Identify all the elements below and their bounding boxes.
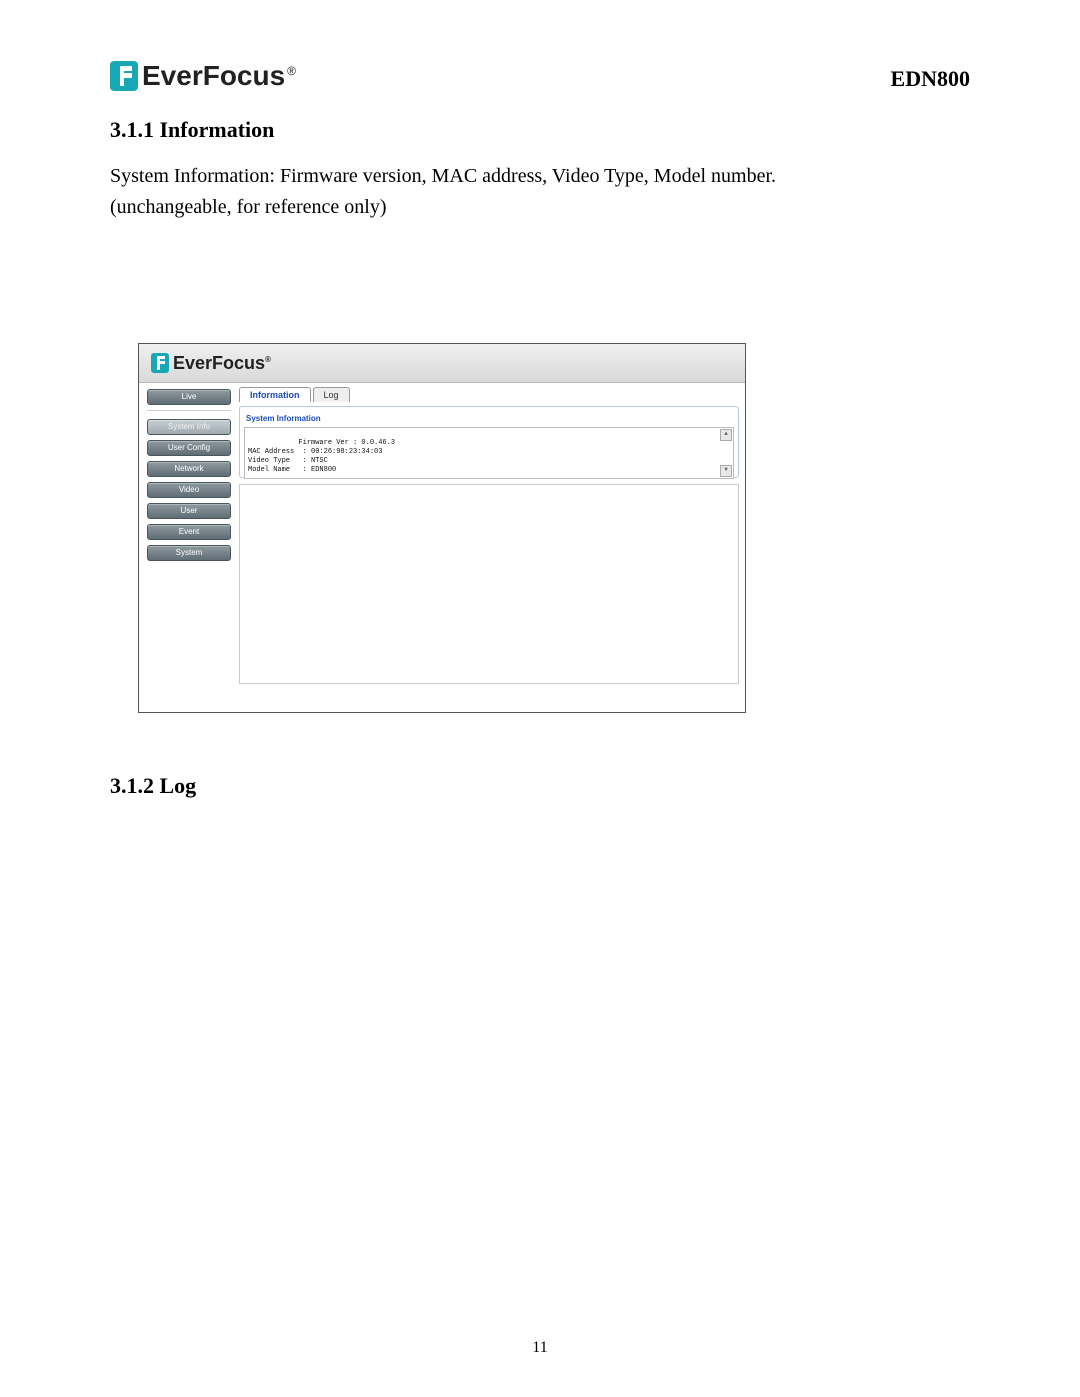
brand-logo: EverFocus® — [110, 60, 296, 92]
system-information-fieldset: System Information Firmware Ver : 0.0.46… — [239, 406, 739, 478]
system-info-textarea[interactable]: Firmware Ver : 0.0.46.3 MAC Address : 00… — [244, 427, 734, 479]
registered-icon: ® — [287, 64, 296, 78]
brand-text: EverFocus — [142, 60, 285, 91]
sidebar-item-system-info[interactable]: System Info — [147, 419, 231, 435]
section-number-2: 3.1.2 — [110, 773, 160, 798]
scroll-down-icon[interactable]: ▼ — [720, 465, 732, 477]
model-number: EDN800 — [891, 66, 970, 92]
brand-name: EverFocus® — [142, 60, 296, 92]
ss-tab-bar: Information Log — [239, 387, 739, 402]
ss-logo-icon — [151, 353, 169, 373]
fieldset-legend: System Information — [244, 414, 323, 423]
ss-brand-text: EverFocus — [173, 353, 265, 373]
ss-sidebar: Live System Info User Config Network Vid… — [139, 383, 239, 713]
ss-main-panel: Information Log System Information Firmw… — [239, 383, 745, 713]
sidebar-item-user-config[interactable]: User Config — [147, 440, 231, 456]
system-info-text: Firmware Ver : 0.0.46.3 MAC Address : 00… — [248, 439, 395, 474]
page-header: EverFocus® EDN800 — [110, 60, 970, 92]
tab-information[interactable]: Information — [239, 387, 311, 402]
sidebar-item-video[interactable]: Video — [147, 482, 231, 498]
page-number: 11 — [0, 1339, 1080, 1357]
ss-brand: EverFocus® — [173, 353, 271, 374]
body-line-2: (unchangeable, for reference only) — [110, 196, 387, 218]
embedded-screenshot: EverFocus® Live System Info User Config … — [138, 343, 746, 713]
sidebar-item-network[interactable]: Network — [147, 461, 231, 477]
scroll-up-icon[interactable]: ▲ — [720, 429, 732, 441]
ss-registered-icon: ® — [265, 355, 271, 364]
sidebar-item-user[interactable]: User — [147, 503, 231, 519]
body-paragraph: System Information: Firmware version, MA… — [110, 161, 970, 223]
sidebar-item-system[interactable]: System — [147, 545, 231, 561]
tab-log[interactable]: Log — [313, 387, 350, 402]
sidebar-item-live[interactable]: Live — [147, 389, 231, 405]
section-number: 3.1.1 — [110, 117, 160, 142]
ss-lower-panel — [239, 484, 739, 684]
section-title-text: Information — [160, 117, 275, 142]
logo-icon — [110, 61, 138, 91]
sidebar-divider — [147, 410, 231, 411]
section-312-heading: 3.1.2 Log — [110, 773, 970, 799]
section-title-text-2: Log — [160, 773, 197, 798]
sidebar-item-event[interactable]: Event — [147, 524, 231, 540]
body-line-1: System Information: Firmware version, MA… — [110, 165, 776, 187]
screenshot-header: EverFocus® — [139, 344, 745, 383]
section-311-heading: 3.1.1 Information — [110, 117, 970, 143]
